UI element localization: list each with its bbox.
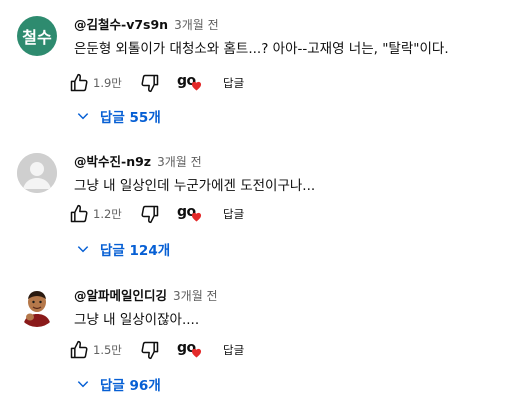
comment-time[interactable]: 3개월 전 xyxy=(174,16,219,33)
comment-time[interactable]: 3개월 전 xyxy=(173,287,218,304)
like-count: 1.5만 xyxy=(93,343,122,357)
dislike-button[interactable] xyxy=(139,72,161,94)
comment-time[interactable]: 3개월 전 xyxy=(157,153,202,170)
comment-actions: 1.2만 go 답글 xyxy=(68,200,244,228)
comment-text: 그냥 내 일상이잖아.... xyxy=(74,312,200,328)
comment-text: 그냥 내 일상인데 누군가에겐 도전이구나... xyxy=(74,178,316,194)
like-count: 1.2만 xyxy=(93,207,122,221)
reply-button[interactable]: 답글 xyxy=(223,342,244,358)
avatar[interactable] xyxy=(17,287,57,327)
comment-actions: 1.5만 go 답글 xyxy=(68,336,244,364)
chevron-down-icon xyxy=(77,246,89,253)
default-avatar-icon xyxy=(17,153,57,193)
author-handle[interactable]: @알파메일인디깅 xyxy=(74,285,167,304)
replies-count-label: 답글 96개 xyxy=(100,378,161,394)
reply-button[interactable]: 답글 xyxy=(223,206,244,222)
view-replies-button[interactable]: 답글 55개 xyxy=(76,104,161,128)
avatar-initials: 철수 xyxy=(22,28,52,47)
profile-photo-icon xyxy=(17,287,57,327)
thumbs-down-icon xyxy=(141,205,159,224)
thumbs-up-icon xyxy=(70,73,88,92)
comment-header: @박수진-n9z 3개월 전 xyxy=(74,151,202,171)
comment-text: 은둔형 외톨이가 대청소와 홈트...? 아아--고재영 너는, "탈락"이다. xyxy=(74,41,449,57)
dislike-button[interactable] xyxy=(139,339,161,361)
creator-heart: go xyxy=(175,203,205,225)
like-button[interactable] xyxy=(68,339,90,361)
creator-heart: go xyxy=(175,72,205,94)
replies-count-label: 답글 55개 xyxy=(100,110,161,126)
comment-header: @김철수-v7s9n 3개월 전 xyxy=(74,14,219,34)
chevron-down-icon xyxy=(77,381,89,388)
chevron-down-icon xyxy=(77,113,89,120)
heart-icon xyxy=(191,348,202,358)
thumbs-up-icon xyxy=(70,204,88,223)
author-handle[interactable]: @박수진-n9z xyxy=(74,151,151,170)
thumbs-down-icon xyxy=(141,341,159,360)
comment-header: @알파메일인디깅 3개월 전 xyxy=(74,285,218,305)
view-replies-button[interactable]: 답글 124개 xyxy=(76,237,170,261)
creator-heart: go xyxy=(175,339,205,361)
replies-count-label: 답글 124개 xyxy=(100,243,171,259)
like-count: 1.9만 xyxy=(93,76,122,90)
view-replies-button[interactable]: 답글 96개 xyxy=(76,372,161,396)
author-handle[interactable]: @김철수-v7s9n xyxy=(74,14,168,33)
comment-actions: 1.9만 go 답글 xyxy=(68,69,244,97)
thumbs-up-icon xyxy=(70,340,88,359)
reply-button[interactable]: 답글 xyxy=(223,75,244,91)
heart-icon xyxy=(191,212,202,222)
like-button[interactable] xyxy=(68,203,90,225)
thumbs-down-icon xyxy=(141,74,159,93)
avatar[interactable] xyxy=(17,153,57,193)
dislike-button[interactable] xyxy=(139,203,161,225)
heart-icon xyxy=(191,81,202,91)
like-button[interactable] xyxy=(68,72,90,94)
avatar[interactable]: 철수 xyxy=(17,16,57,56)
